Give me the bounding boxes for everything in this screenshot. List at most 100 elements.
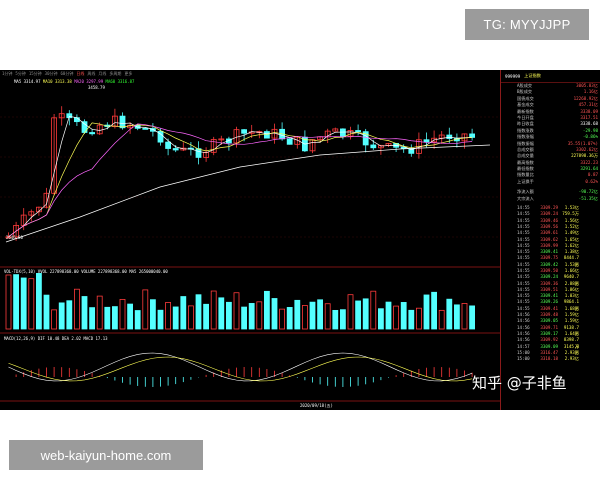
volume-bar	[347, 294, 354, 330]
index-code: 999999	[505, 73, 521, 79]
volume-bar	[271, 298, 278, 330]
volume-bar	[225, 301, 232, 330]
volume-bar	[127, 303, 133, 330]
period-tab[interactable]: 多周期	[109, 70, 121, 77]
candle-body	[195, 148, 202, 158]
candle-body	[89, 132, 95, 135]
volume-bar	[96, 295, 103, 330]
ma-line	[8, 116, 473, 238]
volume-bar	[241, 306, 248, 330]
volume-bar	[142, 289, 149, 330]
volume-bar	[332, 309, 339, 330]
stat-label: 上证换手	[517, 178, 534, 184]
period-toolbar: 1分钟 5分钟 15分钟 30分钟 60分钟 日线 周线 月线 多周期 更多	[0, 70, 512, 77]
period-tab[interactable]: 30分钟	[45, 70, 58, 77]
volume-bar	[339, 309, 346, 330]
volume-bar	[415, 307, 422, 330]
kline-chart	[0, 106, 500, 402]
side-panel: 999999 上证指数 A股成交 3005.83亿 B股成交 1.16亿 国债成交 122…	[500, 70, 600, 410]
period-tab[interactable]: 15分钟	[29, 70, 42, 77]
volume-bar	[104, 306, 111, 330]
tick-price: 3318.18	[540, 356, 558, 362]
side-header: 999999 上证指数	[501, 70, 600, 83]
volume-bar	[408, 309, 415, 330]
volume-bar	[309, 301, 316, 330]
ma-legend-item: MA10 3313.38	[42, 79, 75, 84]
macd-legend: MACD(12,26,9) DIF 10.48 DEA 2.02 MACD 17…	[4, 336, 108, 341]
volume-bar	[301, 305, 308, 330]
volume-bar	[51, 309, 57, 330]
period-tab[interactable]: 5分钟	[15, 70, 25, 77]
index-name: 上证指数	[524, 73, 541, 78]
zhihu-watermark: 知乎 @子非鱼	[472, 374, 567, 392]
volume-bar	[66, 300, 73, 330]
candle-body	[446, 134, 453, 139]
candle-body	[74, 117, 80, 123]
date-label: 2020/09/18(五)	[300, 403, 333, 408]
ma-legend-item: MA60 3316.87	[105, 79, 135, 84]
candle-body	[423, 139, 430, 143]
tick-volume: 2.93亿	[564, 356, 579, 362]
volume-bar	[157, 309, 164, 330]
volume-bar	[393, 305, 400, 330]
volume-bar	[28, 278, 35, 330]
volume-bar	[210, 290, 217, 330]
candle-body	[119, 115, 126, 129]
volume-bar	[423, 294, 430, 330]
volume-bar	[438, 309, 445, 330]
volume-bar	[469, 305, 476, 330]
volume-bar	[453, 304, 460, 330]
period-tab[interactable]: 周线	[87, 70, 95, 77]
stat-value: -51.35亿	[578, 195, 598, 201]
volume-bar	[233, 292, 240, 330]
candle-body	[241, 129, 248, 134]
volume-bar	[377, 308, 384, 330]
candle-body	[286, 138, 293, 145]
volume-bar	[58, 302, 65, 330]
high-label: 3458.79	[88, 85, 105, 90]
volume-bar	[13, 274, 20, 330]
volume-bar	[370, 290, 377, 330]
volume-bar	[431, 291, 438, 330]
ma-line	[8, 123, 473, 238]
volume-bar	[385, 301, 392, 330]
volume-bar	[5, 274, 12, 330]
flows-list: 净流入额 -90.72亿 大宗流入 -51.35亿	[501, 189, 600, 202]
volume-bar	[81, 296, 88, 330]
tick-time: 15:00	[517, 356, 530, 362]
candle-body	[165, 141, 172, 149]
period-tab[interactable]: 月线	[98, 70, 106, 77]
ma-legend: MA5 3314.97 MA10 3313.38 MA20 3297.99 MA…	[14, 79, 134, 84]
volume-legend: VOL-TDX(5,10) VVOL 227898368.00 VOLUME 2…	[4, 269, 168, 274]
volume-bar	[43, 294, 50, 330]
candle-body	[339, 128, 346, 137]
ma-legend-item: MA5 3314.97	[14, 79, 43, 84]
ma-line	[8, 122, 473, 238]
volume-bar	[172, 306, 179, 330]
stat-label: 大宗流入	[517, 195, 534, 201]
macd-dif	[8, 352, 473, 382]
volume-bar	[119, 298, 126, 330]
period-tab[interactable]: 1分钟	[2, 70, 12, 77]
volume-bar	[286, 307, 293, 330]
candle-body	[142, 127, 149, 130]
chart-area: MA5 3314.97 MA10 3313.38 MA20 3297.99 MA…	[0, 77, 500, 410]
candle-body	[172, 148, 179, 151]
volume-bar	[362, 298, 369, 330]
volume-bar	[355, 300, 362, 330]
volume-bar	[195, 294, 202, 330]
volume-bar	[279, 308, 286, 330]
ma-legend-item: MA20 3297.99	[74, 79, 106, 84]
tick-row: 15:00 3318.18 2.93亿	[501, 356, 600, 362]
tick-list[interactable]: 14:55 3309.29 1.53亿 14:55 3309.24 759.5万 14:55…	[501, 205, 600, 362]
period-tab[interactable]: 更多	[124, 70, 132, 77]
period-tab[interactable]: 60分钟	[61, 70, 74, 77]
candle-body	[469, 133, 476, 138]
volume-bar	[263, 290, 270, 330]
volume-bar	[248, 303, 255, 330]
volume-bar	[112, 306, 118, 330]
volume-bar	[20, 277, 27, 330]
volume-bar	[187, 305, 194, 330]
period-tab[interactable]: 日线	[76, 70, 84, 77]
trading-terminal: 1分钟 5分钟 15分钟 30分钟 60分钟 日线 周线 月线 多周期 更多 MA5 3314.9…	[0, 70, 600, 410]
